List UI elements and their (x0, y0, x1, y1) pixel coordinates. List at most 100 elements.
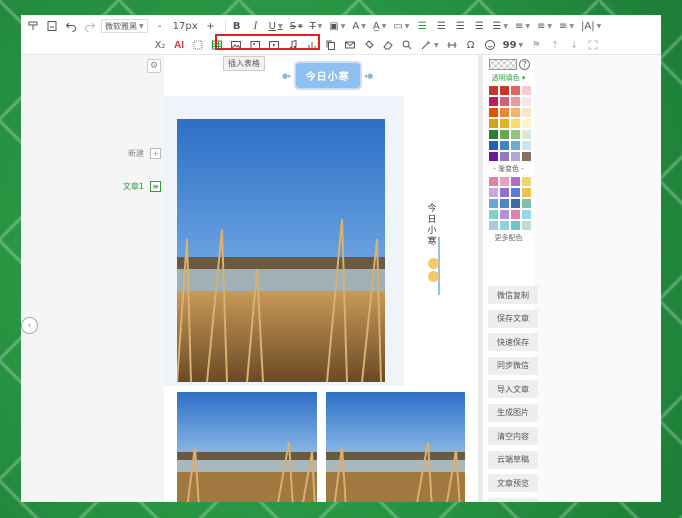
insert-multi-image-icon[interactable] (247, 37, 263, 53)
paint-bucket-icon[interactable] (361, 37, 377, 53)
insert-video-icon[interactable] (266, 37, 282, 53)
gradient-swatch[interactable] (500, 210, 509, 219)
font-family-select[interactable]: 微软雅黑 ▼ (101, 19, 148, 33)
flag-icon[interactable]: ⚑ (528, 37, 544, 53)
sidebar-item-new[interactable]: 新建 + (128, 148, 161, 159)
indent-icon[interactable]: ☰ ▼ (490, 18, 510, 34)
action-button[interactable]: 快速保存 (488, 333, 538, 351)
gradient-swatch[interactable] (522, 210, 531, 219)
border-icon[interactable]: ▣ ▼ (327, 18, 347, 34)
gradient-swatch[interactable] (511, 199, 520, 208)
color-swatch[interactable] (489, 130, 498, 139)
article-title[interactable]: 今日小寒 (295, 63, 360, 88)
gradient-swatch[interactable] (489, 188, 498, 197)
color-swatch[interactable] (489, 108, 498, 117)
color-swatch[interactable] (489, 152, 498, 161)
color-swatch[interactable] (522, 130, 531, 139)
action-button[interactable]: 清空内容 (488, 427, 538, 445)
undo-icon[interactable] (63, 18, 79, 34)
more-colors-link[interactable]: 更多配色 (483, 233, 534, 243)
gradient-swatch[interactable] (522, 221, 531, 230)
color-swatch[interactable] (489, 86, 498, 95)
chevron-left-icon[interactable]: ‹ (21, 317, 38, 334)
format-brush-icon[interactable] (25, 18, 41, 34)
sidebar-item-article-1[interactable]: 文章1 ≡ (123, 181, 161, 192)
color-swatch[interactable] (522, 108, 531, 117)
text-direction-icon[interactable]: |A| ▼ (579, 18, 603, 34)
gradient-swatch[interactable] (511, 188, 520, 197)
align-center-icon[interactable]: ☰ (433, 18, 449, 34)
gradient-swatch[interactable] (489, 221, 498, 230)
color-swatch[interactable] (500, 141, 509, 150)
gradient-swatch[interactable] (500, 199, 509, 208)
eraser-icon[interactable] (380, 37, 396, 53)
copy-icon[interactable] (323, 37, 339, 53)
mail-icon[interactable] (342, 37, 358, 53)
font-size-value[interactable]: 17px (171, 18, 200, 34)
gradient-swatch[interactable] (522, 177, 531, 186)
color-swatch[interactable] (522, 86, 531, 95)
emoji-icon[interactable] (482, 37, 498, 53)
save-icon[interactable] (44, 18, 60, 34)
article-photo-main[interactable] (177, 119, 385, 382)
color-swatch[interactable] (500, 130, 509, 139)
subscript-icon[interactable]: X₂ (152, 37, 168, 53)
action-button[interactable]: 生成图片 (488, 403, 538, 422)
special-char-icon[interactable]: Ω (463, 37, 479, 53)
color-swatch[interactable] (511, 119, 520, 128)
gradient-swatch[interactable] (489, 199, 498, 208)
arrow-up-icon[interactable]: ↑ (547, 37, 563, 53)
strikethrough-icon[interactable]: S ▼ (288, 18, 305, 34)
color-swatch[interactable] (500, 108, 509, 117)
action-button[interactable]: 云端草稿 (488, 450, 538, 469)
align-right-icon[interactable]: ☰ (452, 18, 468, 34)
color-swatch[interactable] (489, 119, 498, 128)
color-swatch[interactable] (500, 152, 509, 161)
insert-image-icon[interactable] (228, 37, 244, 53)
letter-spacing-icon[interactable]: ▭ ▼ (391, 18, 411, 34)
color-swatch[interactable] (500, 119, 509, 128)
fullscreen-icon[interactable] (585, 37, 601, 53)
ai-button[interactable]: AI (171, 37, 187, 53)
clear-format-icon[interactable]: T̶ ▼ (308, 18, 325, 34)
article-photo-bottom-right[interactable] (326, 392, 465, 502)
action-button[interactable]: 导入文章 (488, 380, 538, 398)
color-swatch[interactable] (522, 152, 531, 161)
color-swatch[interactable] (489, 141, 498, 150)
action-button[interactable]: 保存文章 (488, 309, 538, 328)
line-height-icon[interactable]: ≡ ▼ (513, 18, 532, 34)
color-swatch[interactable] (500, 86, 509, 95)
editor-canvas[interactable]: ●▸ 今日小寒 ◂● 今 日 小 寒 (164, 55, 478, 502)
horizontal-rule-icon[interactable] (444, 37, 460, 53)
chart-icon[interactable] (304, 37, 320, 53)
font-size-increase-button[interactable]: + (203, 18, 219, 34)
redo-icon[interactable] (82, 18, 98, 34)
action-button[interactable]: 文章分享 (488, 497, 538, 502)
gradient-swatch[interactable] (500, 221, 509, 230)
underline-icon[interactable]: U ▼ (267, 18, 285, 34)
action-button[interactable]: 同步微信 (488, 356, 538, 375)
color-swatch[interactable] (511, 130, 520, 139)
gradient-swatch[interactable] (511, 177, 520, 186)
gradient-swatch[interactable] (522, 188, 531, 197)
transparent-swatch[interactable] (489, 59, 517, 70)
paragraph-spacing-icon[interactable]: ≡ ▼ (535, 18, 554, 34)
background-color-icon[interactable]: A̲ ▼ (371, 18, 388, 34)
insert-table-icon[interactable] (209, 37, 225, 53)
bold-icon[interactable]: B (229, 18, 245, 34)
gradient-swatch[interactable] (522, 199, 531, 208)
color-swatch[interactable] (522, 119, 531, 128)
action-button[interactable]: 微信复制 (488, 286, 538, 304)
insert-music-icon[interactable] (285, 37, 301, 53)
color-swatch[interactable] (511, 141, 520, 150)
quote-icon[interactable]: 99 ▼ (501, 37, 526, 53)
align-justify-icon[interactable]: ☰ (471, 18, 487, 34)
transparent-fill-label[interactable]: 透明填色 ▾ (483, 73, 534, 83)
gradient-swatch[interactable] (500, 188, 509, 197)
gradient-swatch[interactable] (511, 210, 520, 219)
font-color-icon[interactable]: A ▼ (350, 18, 367, 34)
pattern-icon[interactable] (190, 37, 206, 53)
list-icon[interactable]: ≡ ▼ (557, 18, 576, 34)
color-swatch[interactable] (522, 97, 531, 106)
font-size-decrease-button[interactable]: - (152, 18, 168, 34)
